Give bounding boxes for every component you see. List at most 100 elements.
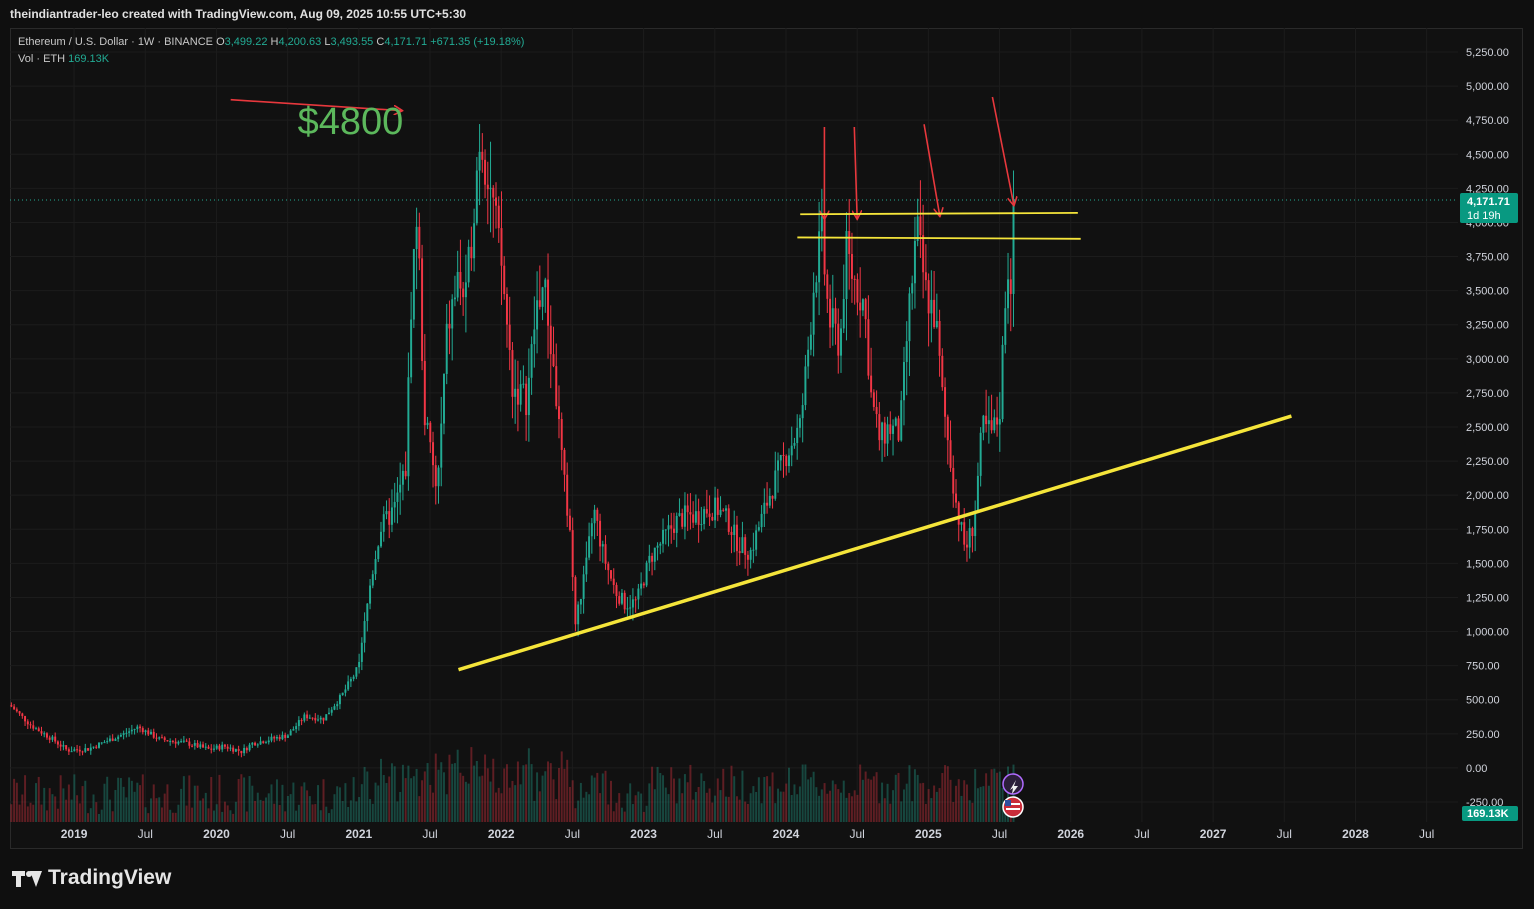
candle-body: [582, 574, 585, 599]
volume-bar: [232, 813, 235, 822]
volume-bar: [453, 763, 456, 822]
candle-body: [355, 667, 358, 677]
volume-bar: [245, 811, 248, 822]
volume-bar: [930, 798, 933, 822]
candle-body: [892, 425, 895, 434]
legend-volume-row[interactable]: Vol · ETH 169.13K: [18, 51, 524, 68]
legend-volume-label[interactable]: Vol · ETH: [18, 53, 65, 65]
candle-body: [333, 706, 336, 710]
volume-bar: [15, 782, 18, 822]
volume-bar: [24, 775, 27, 822]
volume-bar: [985, 773, 988, 822]
candle-body: [924, 272, 927, 281]
volume-bar: [54, 796, 57, 822]
candle-body: [801, 405, 804, 419]
price-tick-label: 2,750.00: [1466, 388, 1509, 400]
volume-bar: [536, 772, 539, 822]
candle-body: [848, 231, 851, 255]
volume-bar: [380, 758, 382, 822]
bar-countdown: 1d 19h: [1467, 210, 1501, 222]
volume-bar: [672, 778, 675, 822]
candle-body: [202, 744, 205, 748]
price-chart[interactable]: 5,250.005,000.004,750.004,500.004,250.00…: [0, 0, 1534, 858]
candle-body: [295, 726, 298, 730]
chart-legend[interactable]: Ethereum / U.S. Dollar · 1W · BINANCE O3…: [18, 34, 524, 68]
candle-body: [70, 751, 73, 753]
volume-bar: [130, 780, 133, 822]
tradingview-logo[interactable]: TradingView: [12, 866, 171, 890]
candle-body: [317, 719, 320, 721]
candle-body: [265, 742, 267, 744]
volume-bar: [908, 765, 911, 822]
volume-bar: [202, 798, 205, 822]
legend-symbol[interactable]: Ethereum / U.S. Dollar · 1W · BINANCE: [18, 36, 213, 48]
candle-body: [369, 585, 372, 604]
candle-body: [705, 509, 708, 514]
price-tick-label: 1,750.00: [1466, 524, 1509, 536]
volume-bar: [169, 809, 172, 822]
candle-body: [59, 744, 62, 747]
candle-body: [218, 745, 221, 750]
candle-body: [171, 741, 174, 743]
volume-bar: [590, 775, 593, 822]
volume-bar: [475, 761, 478, 822]
candle-body: [993, 417, 996, 431]
volume-bar: [574, 808, 577, 822]
volume-bar: [48, 788, 51, 822]
volume-bar: [286, 795, 289, 822]
volume-bar: [459, 772, 462, 822]
volume-bar: [226, 805, 229, 822]
volume-bar: [248, 776, 251, 822]
candle-body: [875, 406, 878, 415]
candle-body: [40, 731, 43, 734]
volume-bar: [982, 786, 985, 822]
candle-body: [670, 525, 673, 529]
volume-bar: [730, 765, 733, 822]
time-axis[interactable]: 2019 Jul 2020 Jul 2021 Jul 2022 Jul 2023 Jul 2024 J…: [61, 827, 1435, 841]
candle-body: [672, 528, 675, 533]
candle-body: [785, 455, 788, 467]
candle-body: [637, 588, 640, 600]
volume-bar: [588, 794, 591, 822]
time-tick-label: 2027: [1200, 827, 1227, 841]
candle-body: [221, 744, 224, 750]
candle-body: [453, 297, 456, 300]
volume-bar: [62, 788, 65, 822]
candle-body: [26, 721, 29, 725]
candle-body: [67, 749, 70, 752]
last-price-badge[interactable]: 4,171.71 1d 19h: [1460, 193, 1518, 223]
volume-bar: [856, 794, 859, 822]
candle-body: [459, 271, 462, 289]
candle-body: [779, 454, 782, 461]
volume-bar: [492, 758, 495, 822]
candle-body: [607, 563, 610, 571]
candle-body: [634, 599, 637, 601]
volume-bar: [796, 794, 799, 822]
volume-bar: [125, 797, 128, 822]
candle-body: [651, 555, 654, 562]
legend-change: +671.35 (+19.18%): [430, 36, 525, 48]
candle-body: [108, 738, 111, 742]
candle-body: [390, 507, 393, 525]
candle-body: [588, 536, 591, 558]
volume-bar: [410, 778, 413, 822]
candle-body: [155, 737, 158, 739]
volume-bar: [935, 791, 938, 822]
candle-body: [965, 544, 968, 548]
candle-body: [1009, 279, 1012, 294]
volume-bar: [735, 796, 738, 822]
volume-bar: [826, 793, 829, 822]
volume-bar: [218, 774, 221, 822]
candle-body: [919, 216, 922, 236]
legend-symbol-row[interactable]: Ethereum / U.S. Dollar · 1W · BINANCE O3…: [18, 34, 524, 51]
candle-body: [686, 505, 689, 513]
price-axis[interactable]: 5,250.005,000.004,750.004,500.004,250.00…: [1466, 47, 1509, 809]
volume-bar: [612, 811, 615, 822]
candle-body: [18, 711, 21, 714]
volume-badge[interactable]: 169.13K: [1462, 806, 1518, 821]
volume-bar: [163, 793, 166, 822]
volume-bar: [585, 791, 588, 822]
candle-body: [566, 474, 569, 516]
candle-body: [881, 422, 884, 441]
volume-bar: [207, 808, 210, 822]
